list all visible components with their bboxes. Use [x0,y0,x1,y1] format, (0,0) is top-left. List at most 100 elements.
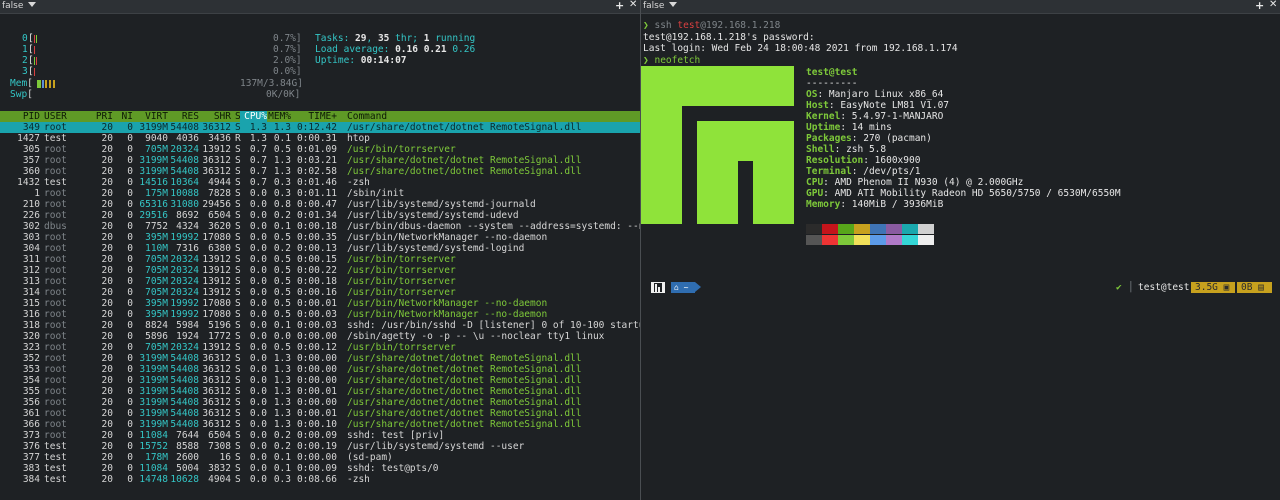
table-row[interactable]: 1 root 20 0 175M 10088 7828 S 0.0 0.3 0:01.11/sbin… [0,188,640,199]
add-tab-icon[interactable]: + [1255,0,1264,12]
table-row[interactable]: 360 root 20 0 3199M 54408 36312 S 0.7 1.3 0:02.58/… [0,166,640,177]
cell-time: 0:00.35 [296,232,337,243]
cell-mem: 0.5 [273,144,291,155]
table-row[interactable]: 384 test 20 0 14748 10628 4904 S 0.0 0.3 0:08.66 -z… [0,474,640,485]
table-row[interactable]: 323 root 20 0 705M 20324 13912 S 0.0 0.5 0:00.12/u… [0,342,640,353]
status-userhost: test@test [1138,282,1190,293]
table-row[interactable]: 376 test 20 0 15752 8588 7308 S 0.0 0.2 0:00.19/us… [0,441,640,452]
cell-command: /usr/share/dotnet/dotnet RemoteSignal.dl… [347,375,582,386]
table-row[interactable]: 303 root 20 0 395M 19992 17080 S 0.0 0.5 0:00.35/u… [0,232,640,243]
add-tab-icon[interactable]: + [615,0,624,12]
table-row[interactable]: 305 root 20 0 705M 20324 13912 S 0.7 0.5 0:01.09/u… [0,144,640,155]
cell-mem: 0.3 [273,474,291,485]
cpu-bar [36,35,37,43]
cell-cpu: 0.0 [249,386,267,397]
cell-user: root [44,287,67,298]
neofetch-info-line: Terminal: /dev/pts/1 [806,166,921,177]
cell-shr: 13912 [202,254,231,265]
table-row[interactable]: 316 root 20 0 395M 19992 17080 S 0.0 0.5 0:00.03/u… [0,309,640,320]
cell-pri: 20 [101,232,113,243]
table-row[interactable]: 349 root 20 0 3199M 54408 36312 S 1.3 1.3 0:12.42/… [0,122,640,133]
column-header-time[interactable]: TIME+ [289,111,337,122]
column-header-mem[interactable]: MEM% [264,111,291,122]
column-header-pid[interactable]: PID [14,111,40,122]
cell-command: /usr/share/dotnet/dotnet RemoteSignal.dl… [347,166,582,177]
table-row[interactable]: 312 root 20 0 705M 20324 13912 S 0.0 0.5 0:00.22/u… [0,265,640,276]
cell-user: root [44,320,67,331]
chevron-down-icon[interactable] [28,2,37,7]
table-row[interactable]: 352 root 20 0 3199M 54408 36312 S 0.0 1.3 0:00.00/… [0,353,640,364]
cell-user: root [44,243,67,254]
cpu-percent: 0.7%] [273,33,302,44]
cell-shr: 7308 [208,441,231,452]
table-row[interactable]: 302 dbus 20 0 7752 4324 3620 S 0.0 0.1 0:00.18/usr… [0,221,640,232]
cell-pid: 355 [22,386,40,397]
cell-mem: 1.3 [273,155,291,166]
cell-pid: 226 [22,210,40,221]
cell-pid: 320 [22,331,40,342]
column-header-cpu[interactable]: CPU% [240,111,267,122]
cell-command: /usr/bin/torrserver [347,265,456,276]
cell-pid: 302 [22,221,40,232]
table-row[interactable]: 383 test 20 0 11084 5004 3832 S 0.0 0.1 0:00.09 ssh… [0,463,640,474]
cell-command: /usr/lib/systemd/systemd-journald [347,199,536,210]
cpu-percent: 0.0%] [273,66,302,77]
chevron-down-icon[interactable] [669,2,678,7]
table-row[interactable]: 355 root 20 0 3199M 54408 36312 S 0.0 1.3 0:00.01/… [0,386,640,397]
cell-user: root [44,309,67,320]
table-row[interactable]: 361 root 20 0 3199M 54408 36312 S 0.0 1.3 0:00.01/… [0,408,640,419]
cell-cpu: 0.0 [249,430,267,441]
table-row[interactable]: 311 root 20 0 705M 20324 13912 S 0.0 0.5 0:00.15/u… [0,254,640,265]
left-tab-title[interactable]: false [2,1,37,11]
palette-swatch [838,224,854,234]
palette-swatch [886,235,902,245]
table-row[interactable]: 1427 test 20 0 9040 4036 3436 R 1.3 0.1 0:00.31 hto… [0,133,640,144]
info-value: 140MiB / 3936MiB [851,199,944,210]
cell-user: test [44,452,67,463]
table-row[interactable]: 366 root 20 0 3199M 54408 36312 S 0.0 1.3 0:00.10/… [0,419,640,430]
table-row[interactable]: 357 root 20 0 3199M 54408 36312 S 0.7 1.3 0:03.21/… [0,155,640,166]
cpu-percent: 0.7%] [273,44,302,55]
table-row[interactable]: 313 root 20 0 705M 20324 13912 S 0.0 0.5 0:00.18/u… [0,276,640,287]
cell-mem: 0.8 [273,199,291,210]
cell-mem: 0.1 [273,221,291,232]
close-icon[interactable]: ✕ [1269,0,1277,10]
column-header-user[interactable]: USER [44,111,67,122]
close-icon[interactable]: ✕ [629,0,637,10]
table-row[interactable]: 226 root 20 0 29516 8692 6504 S 0.0 0.2 0:01.34/us… [0,210,640,221]
cell-pid: 316 [22,309,40,320]
table-row[interactable]: 1432 test 20 0 14516 10364 4944 S 0.7 0.3 0:01.46-… [0,177,640,188]
cpu-bracket: [ [28,44,34,55]
table-row[interactable]: 304 root 20 0 110M 7316 6380 S 0.0 0.2 0:00.13/usr… [0,243,640,254]
cell-pri: 20 [101,408,113,419]
terminal-pane[interactable]: false + ✕ ❯ ssh test@192.168.1.218 test@… [641,0,1280,500]
table-row[interactable]: 210 root 20 0 65316 31080 29456 S 0.0 0.8 0:00.47/… [0,199,640,210]
htop-pane[interactable]: false + ✕ 0[0.7%] 1[0.7%] 2[2.0%] 3[0.0%] M… [0,0,640,500]
palette-swatch [918,224,934,234]
table-row[interactable]: 377 test 20 0 178M 2600 16 S 0.0 0.1 0:00.00 (sd-pa… [0,452,640,463]
right-tab-title[interactable]: false [643,1,678,11]
table-row[interactable]: 356 root 20 0 3199M 54408 36312 S 0.0 1.3 0:00.00/… [0,397,640,408]
palette-swatch [870,224,886,234]
column-header-shr[interactable]: SHR [192,111,231,122]
cell-shr: 29456 [202,199,231,210]
column-header-command[interactable]: Command [347,111,387,122]
cell-cpu: 0.0 [249,452,267,463]
cell-mem: 0.5 [273,232,291,243]
table-row[interactable]: 314 root 20 0 705M 20324 13912 S 0.0 0.5 0:00.16/u… [0,287,640,298]
info-key: Host [806,100,829,111]
cell-user: root [44,265,67,276]
cell-pid: 352 [22,353,40,364]
table-row[interactable]: 320 root 20 0 5896 1924 1772 S 0.0 0.0 0:00.00/sbi… [0,331,640,342]
cell-cpu: 0.7 [249,144,267,155]
home-icon: ⌂ [674,283,679,292]
table-row[interactable]: 315 root 20 0 395M 19992 17080 S 0.0 0.5 0:00.01/u… [0,298,640,309]
table-row[interactable]: 354 root 20 0 3199M 54408 36312 S 0.0 1.3 0:00.00/… [0,375,640,386]
table-row[interactable]: 373 root 20 0 11084 7644 6504 S 0.0 0.2 0:00.09 ssh… [0,430,640,441]
neofetch-separator: --------- [806,78,858,89]
neofetch-info-line: GPU: AMD ATI Mobility Radeon HD 5650/575… [806,188,1121,199]
column-header-pri[interactable]: PRI [89,111,113,122]
cell-user: test [44,133,67,144]
table-row[interactable]: 318 root 20 0 8824 5984 5196 S 0.0 0.1 0:00.03 sshd… [0,320,640,331]
table-row[interactable]: 353 root 20 0 3199M 54408 36312 S 0.0 1.3 0:00.00/… [0,364,640,375]
